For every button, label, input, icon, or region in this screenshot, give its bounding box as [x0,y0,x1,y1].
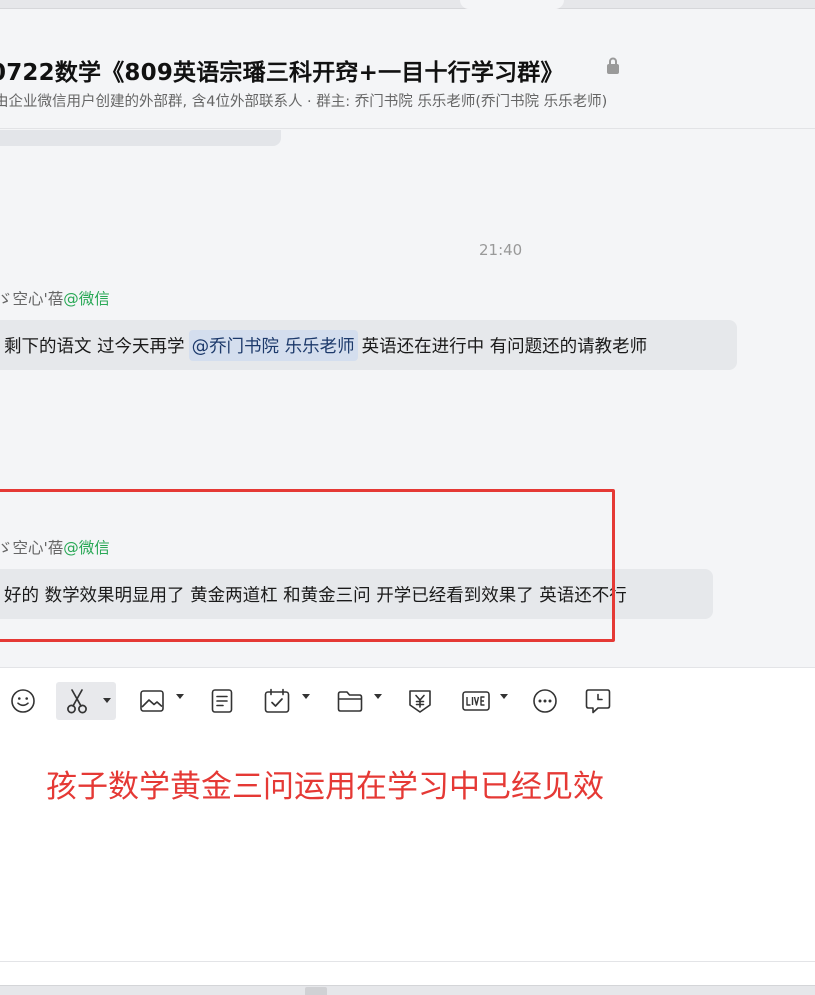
image-button[interactable] [138,682,166,720]
input-toolbar [0,667,815,733]
message-sender[interactable]: ゞ空心'蓓@微信 [0,287,110,309]
window-tab-notch [460,0,564,9]
chevron-down-icon[interactable] [500,694,508,699]
emoji-button[interactable] [8,682,38,720]
history-icon [585,689,611,714]
red-packet-icon [409,690,431,713]
window-resize-handle[interactable] [305,987,327,995]
chevron-down-icon[interactable] [374,694,382,699]
document-icon [211,689,233,713]
message-list[interactable]: 21:40 ゞ空心'蓓@微信 剩下的语文 过今天再学 @乔门书院 乐乐老师 英语… [0,130,815,668]
folder-icon [337,691,363,712]
previous-message-bubble [0,130,281,146]
chat-header: 0722数学《809英语宗璠三科开窍+一目十行学习群》 由企业微信用户创建的外部… [0,9,815,129]
message-text: 英语还在进行中 有问题还的请教老师 [361,336,648,357]
screenshot-scissors-icon [67,689,87,714]
annotation-caption: 孩子数学黄金三问运用在学习中已经见效 [46,769,604,805]
chevron-down-icon[interactable] [176,694,184,699]
red-packet-button[interactable] [405,682,435,720]
message-bubble[interactable]: 剩下的语文 过今天再学 @乔门书院 乐乐老师 英语还在进行中 有问题还的请教老师 [0,320,737,370]
group-subtitle: 由企业微信用户创建的外部群, 含4位外部联系人 · 群主: 乔门书院 乐乐老师(… [0,94,608,110]
window-bottom-edge [0,985,815,995]
group-title[interactable]: 0722数学《809英语宗璠三科开窍+一目十行学习群》 [0,53,564,87]
more-icon [533,689,557,713]
live-icon [462,691,490,711]
message-text: 剩下的语文 过今天再学 [4,336,185,357]
external-group-icon [607,57,619,74]
annotation-highlight-box [0,489,615,642]
emoji-icon [11,689,35,713]
sender-wechat-tag: @微信 [63,290,110,308]
message-timestamp: 21:40 [479,241,523,259]
history-button[interactable] [584,682,612,720]
mention-tag[interactable]: @乔门书院 乐乐老师 [188,329,358,361]
schedule-button[interactable] [262,682,292,720]
sender-name: ゞ空心'蓓 [0,290,64,308]
folder-button[interactable] [334,682,366,720]
window-top-edge [0,0,815,9]
live-button[interactable] [461,682,491,720]
chevron-down-icon[interactable] [103,698,111,703]
screenshot-button[interactable] [56,682,116,720]
chat-window: 0722数学《809英语宗璠三科开窍+一目十行学习群》 由企业微信用户创建的外部… [0,0,815,995]
message-input-area[interactable]: 孩子数学黄金三问运用在学习中已经见效 [0,733,815,961]
schedule-icon [264,688,290,713]
chevron-down-icon[interactable] [302,694,310,699]
more-button[interactable] [531,682,559,720]
document-button[interactable] [208,682,236,720]
image-icon [140,690,164,712]
